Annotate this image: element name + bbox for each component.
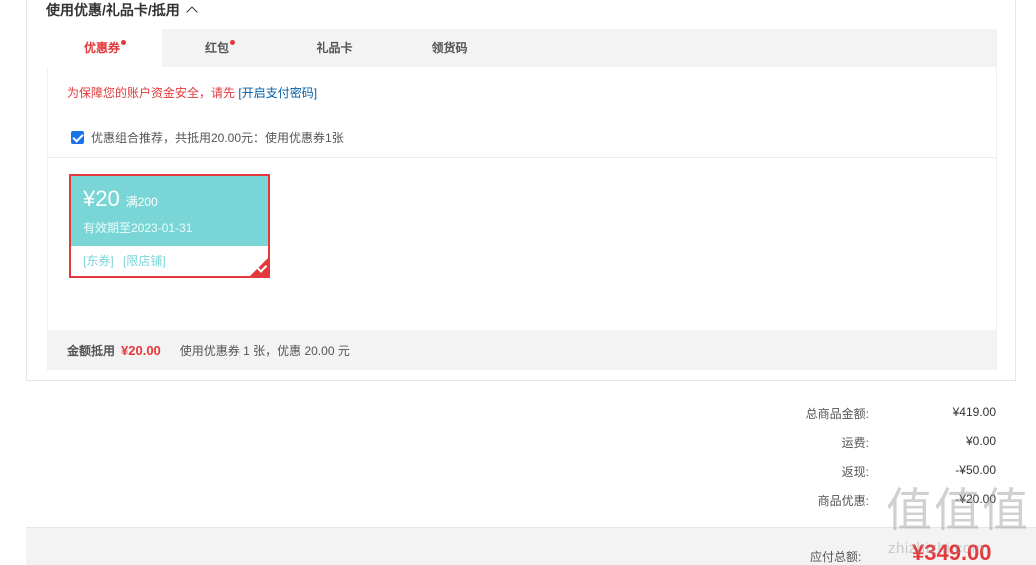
summary-value: ¥20.00 — [121, 342, 161, 358]
total-row: 返现: -¥50.00 — [700, 463, 996, 483]
recommend-combo[interactable]: 优惠组合推荐，共抵用20.00元：使用优惠券1张 — [71, 129, 344, 146]
divider — [48, 157, 996, 158]
amount-due-label: 应付总额: — [810, 550, 862, 564]
enable-payment-password-link[interactable]: [开启支付密码] — [238, 86, 317, 100]
tab-coupon[interactable]: 优惠券 — [47, 29, 162, 67]
coupon-amount-row: ¥20 满200 — [83, 186, 256, 215]
total-label: 总商品金额: — [805, 407, 869, 421]
security-notice: 为保障您的账户资金安全，请先 [开启支付密码] — [67, 84, 317, 101]
total-value: -¥50.00 — [955, 463, 996, 477]
coupon-face: ¥20 满200 有效期至2023-01-31 — [71, 176, 268, 246]
coupon-tag-shop: [限店铺] — [123, 254, 166, 268]
tab-label: 优惠券 — [83, 41, 120, 55]
coupon-card[interactable]: ¥20 满200 有效期至2023-01-31 [东券] [限店铺] — [69, 174, 270, 278]
section-title: 使用优惠/礼品卡/抵用 — [46, 2, 180, 18]
total-row: 总商品金额: ¥419.00 — [700, 405, 996, 425]
total-label: 返现: — [841, 465, 869, 479]
chevron-up-icon[interactable] — [186, 6, 198, 18]
new-dot-icon — [121, 40, 126, 45]
payment-footer — [26, 527, 1036, 565]
notice-text: 为保障您的账户资金安全，请先 — [67, 86, 236, 100]
tab-label: 礼品卡 — [316, 41, 353, 55]
summary-desc: 使用优惠券 1 张，优惠 20.00 元 — [179, 343, 350, 358]
tab-label: 领货码 — [431, 41, 468, 55]
recommend-checkbox[interactable] — [71, 131, 84, 144]
tab-red-packet[interactable]: 红包 — [162, 29, 277, 67]
total-value: ¥0.00 — [965, 434, 996, 448]
checkout-discount-page: 使用优惠/礼品卡/抵用 优惠券 红包 礼品卡 领货码 为保障您的账户资金安全，请… — [0, 0, 1036, 565]
coupon-tags: [东券] [限店铺] — [71, 246, 268, 275]
amount-due-value: ¥349.00 — [912, 540, 992, 565]
coupon-validity: 有效期至2023-01-31 — [83, 221, 193, 235]
total-value: -¥20.00 — [955, 492, 996, 506]
total-value: ¥419.00 — [952, 405, 996, 419]
coupon-amount: ¥20 — [83, 186, 120, 211]
new-dot-icon — [230, 40, 235, 45]
coupon-tag-jd: [东券] — [83, 254, 114, 268]
section-header[interactable]: 使用优惠/礼品卡/抵用 — [46, 0, 198, 20]
tab-pickup-code[interactable]: 领货码 — [392, 29, 507, 67]
discount-tabs: 优惠券 红包 礼品卡 领货码 — [47, 29, 997, 67]
total-row: 运费: ¥0.00 — [700, 434, 996, 454]
summary-label: 金额抵用 — [67, 343, 116, 358]
coupon-threshold: 满200 — [125, 195, 158, 209]
total-label: 商品优惠: — [817, 494, 869, 508]
tab-gift-card[interactable]: 礼品卡 — [277, 29, 392, 67]
total-label: 运费: — [841, 436, 869, 450]
discount-summary: 金额抵用 ¥20.00 使用优惠券 1 张，优惠 20.00 元 — [48, 330, 996, 370]
total-row: 商品优惠: -¥20.00 — [700, 492, 996, 512]
tab-label: 红包 — [204, 41, 229, 55]
combo-text: 优惠组合推荐，共抵用20.00元：使用优惠券1张 — [91, 131, 344, 145]
